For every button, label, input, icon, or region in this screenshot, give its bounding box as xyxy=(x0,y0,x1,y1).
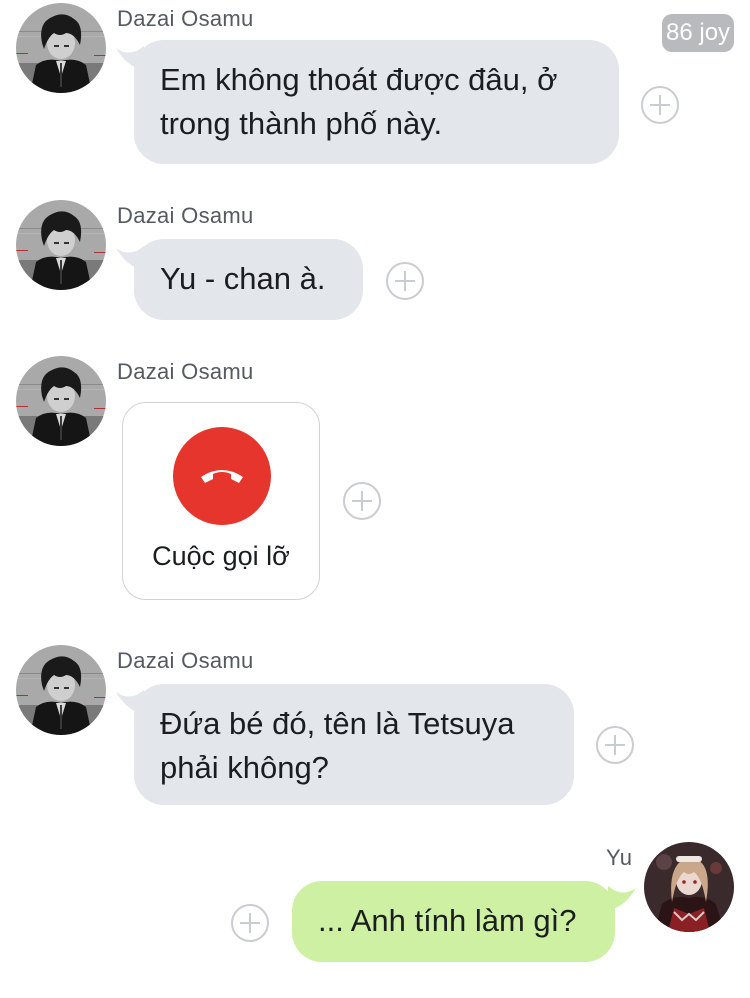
message-line: ... Anh tính làm gì? xyxy=(318,903,577,938)
message-line: Em không thoát được đâu, ở xyxy=(160,62,558,97)
sender-avatar[interactable] xyxy=(16,356,106,446)
message-bubble[interactable]: Đứa bé đó, tên là Tetsuya phải không? xyxy=(134,684,574,805)
add-reaction-button[interactable] xyxy=(231,904,269,942)
message-line: Yu - chan à. xyxy=(160,261,326,296)
phone-hangup-icon xyxy=(173,427,271,525)
sender-name: Yu xyxy=(606,845,633,870)
sender-avatar[interactable] xyxy=(16,3,106,93)
add-reaction-button[interactable] xyxy=(343,482,381,520)
dazai-avatar-icon xyxy=(16,3,106,93)
yu-avatar-icon xyxy=(644,842,734,932)
message-line: Đứa bé đó, tên là Tetsuya xyxy=(160,706,515,741)
message-bubble[interactable]: Yu - chan à. xyxy=(134,239,363,320)
message-line: phải không? xyxy=(160,750,329,785)
sender-avatar[interactable] xyxy=(16,645,106,735)
missed-call-card[interactable]: Cuộc gọi lỡ xyxy=(122,402,320,600)
message-bubble[interactable]: Em không thoát được đâu, ở trong thành p… xyxy=(134,40,619,164)
dazai-avatar-icon xyxy=(16,645,106,735)
dazai-avatar-icon xyxy=(16,356,106,446)
add-reaction-button[interactable] xyxy=(596,726,634,764)
add-reaction-button[interactable] xyxy=(386,262,424,300)
sender-name: Dazai Osamu xyxy=(117,359,254,384)
sender-name: Dazai Osamu xyxy=(117,6,254,31)
sender-name: Dazai Osamu xyxy=(117,648,254,673)
message-bubble[interactable]: ... Anh tính làm gì? xyxy=(292,881,615,962)
chat-status-badge: 86 joy xyxy=(662,14,735,52)
add-reaction-button[interactable] xyxy=(641,86,679,124)
call-status-label: Cuộc gọi lỡ xyxy=(152,541,290,571)
self-avatar[interactable] xyxy=(644,842,734,932)
sender-name: Dazai Osamu xyxy=(117,203,254,228)
message-line: trong thành phố này. xyxy=(160,106,443,141)
dazai-avatar-icon xyxy=(16,200,106,290)
sender-avatar[interactable] xyxy=(16,200,106,290)
